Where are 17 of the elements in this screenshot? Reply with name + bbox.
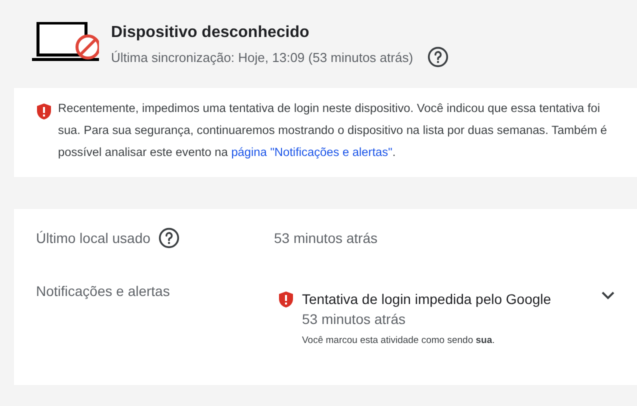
last-sync-text: Última sincronização: Hoje, 13:09 (53 minutos atrás) <box>111 50 414 64</box>
expand-button[interactable] <box>601 291 615 300</box>
help-icon[interactable] <box>427 46 450 68</box>
detail-label: Notificações e alertas <box>36 283 170 299</box>
shield-icon <box>278 291 294 308</box>
shield-icon <box>36 103 52 120</box>
alert-time: 53 minutos atrás <box>302 311 406 327</box>
alert-note: Você marcou esta atividade como sendo sua. <box>302 335 496 346</box>
notifications-link[interactable]: página "Notificações e alertas" <box>231 145 392 159</box>
help-icon[interactable] <box>158 227 180 249</box>
notice-text: Recentemente, impedimos uma tentativa de login neste dispositivo. Você indicou que essa tentativa foi sua. Para sua segurança, continuaremos mostrando o dispositivo na lista por duas semanas. Também é possível analisar este evento na página "Notificações e alertas". <box>58 100 608 161</box>
chevron-icon <box>601 291 615 300</box>
device-title: Dispositivo desconhecido <box>111 24 310 42</box>
detail-value: 53 minutos atrás <box>274 230 378 246</box>
blocked-laptop-icon <box>32 22 99 62</box>
detail-label: Último local usado <box>36 230 150 246</box>
alert-title: Tentativa de login impedida pelo Google <box>302 291 552 307</box>
